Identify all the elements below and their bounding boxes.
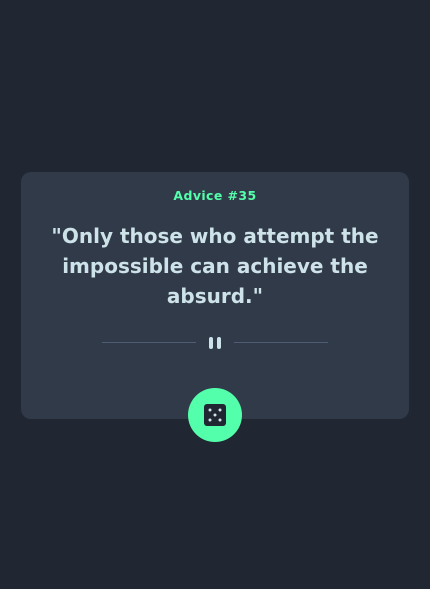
generate-advice-button[interactable] xyxy=(188,388,242,442)
advice-card: Advice #35 "Only those who attempt the i… xyxy=(21,172,409,419)
advice-quote: "Only those who attempt the impossible c… xyxy=(51,224,379,308)
dice-icon xyxy=(204,404,226,426)
pause-icon xyxy=(207,337,223,349)
pattern-divider xyxy=(102,335,328,351)
divider-line-right xyxy=(234,342,328,343)
advice-id-label: Advice #35 xyxy=(173,188,257,203)
divider-line-left xyxy=(102,342,196,343)
